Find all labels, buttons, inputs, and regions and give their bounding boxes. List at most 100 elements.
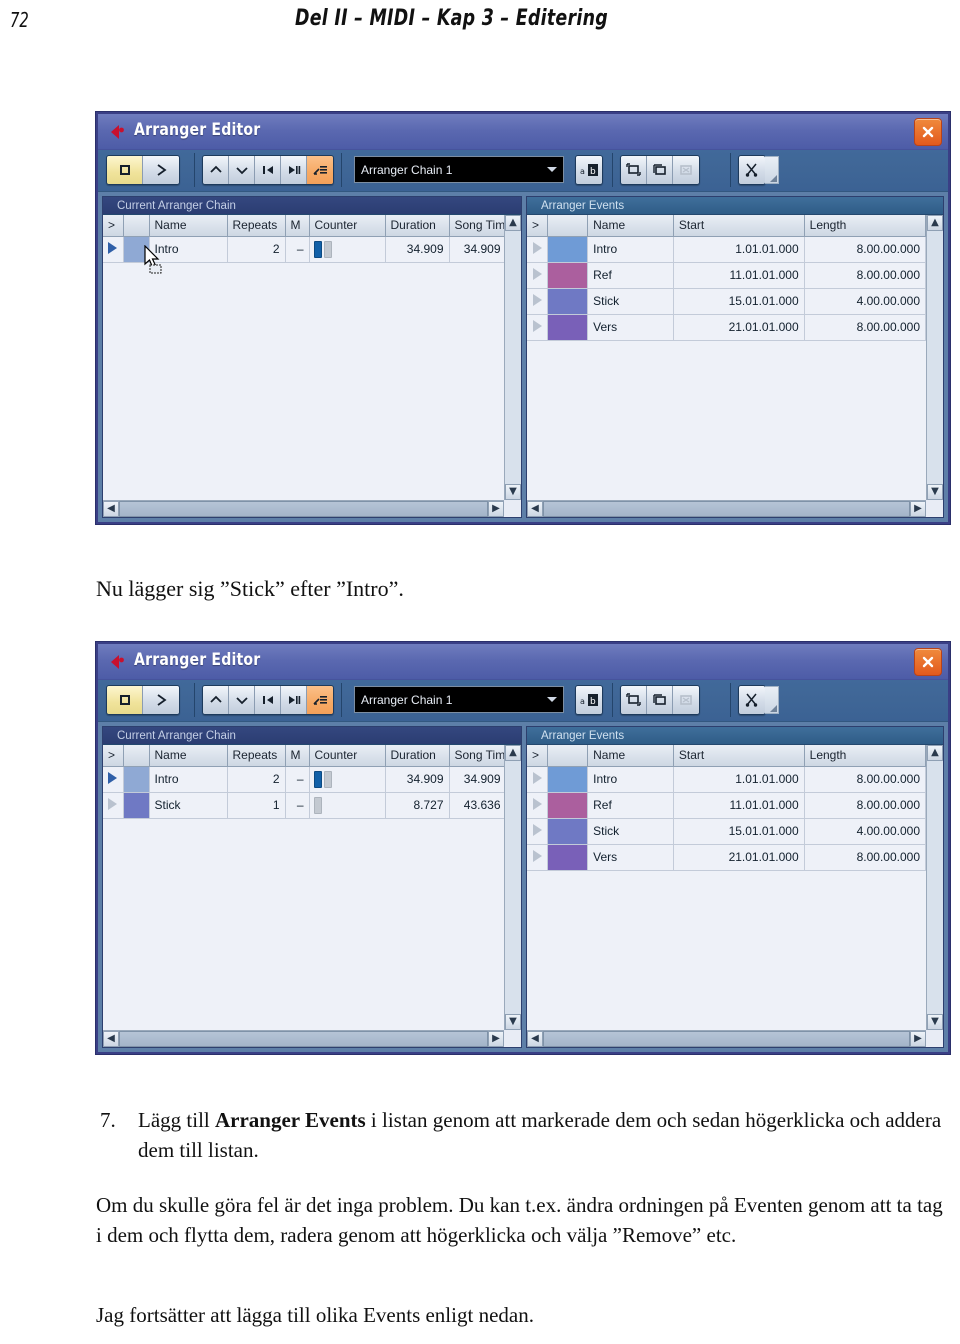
left-horizontal-scrollbar[interactable]: ◀ ▶ <box>103 500 504 517</box>
row-expand-indicator[interactable] <box>527 262 549 289</box>
col-expand[interactable]: > <box>103 215 124 237</box>
scroll-thumb[interactable] <box>119 501 488 517</box>
row-expand-indicator[interactable] <box>527 818 549 845</box>
cell-name[interactable]: Vers <box>587 844 674 871</box>
right-vertical-scrollbar[interactable]: ▲ ▼ <box>926 745 943 1030</box>
table-row[interactable]: Ref 11.01.01.000 8.00.00.000 <box>527 792 926 819</box>
row-color-swatch[interactable] <box>547 844 589 871</box>
cell-length[interactable]: 8.00.00.000 <box>804 262 926 289</box>
col-name[interactable]: Name <box>587 215 674 237</box>
cell-name[interactable]: Intro <box>149 236 228 263</box>
jump-to-start-button[interactable] <box>255 686 281 714</box>
col-repeats[interactable]: Repeats <box>227 745 286 767</box>
row-color-swatch[interactable] <box>547 314 589 341</box>
cell-start[interactable]: 11.01.01.000 <box>673 262 805 289</box>
stop-button[interactable] <box>107 686 143 714</box>
cell-name[interactable]: Ref <box>587 792 674 819</box>
arranger-mode-button[interactable] <box>307 156 333 184</box>
col-expand[interactable]: > <box>103 745 124 767</box>
cell-name[interactable]: Ref <box>587 262 674 289</box>
scroll-up-button[interactable]: ▲ <box>505 745 521 761</box>
cell-duration[interactable]: 8.727 <box>385 792 450 819</box>
duplicate-chain-button[interactable] <box>647 686 673 714</box>
close-button[interactable] <box>914 648 942 676</box>
scroll-left-button[interactable]: ◀ <box>527 1031 543 1047</box>
scroll-thumb[interactable] <box>543 1031 910 1047</box>
left-horizontal-scrollbar[interactable]: ◀ ▶ <box>103 1030 504 1047</box>
arranger-chain-select[interactable]: Arranger Chain 1 <box>354 156 564 183</box>
table-row[interactable]: Vers 21.01.01.000 8.00.00.000 <box>527 314 926 341</box>
col-name[interactable]: Name <box>149 215 228 237</box>
col-duration[interactable]: Duration <box>385 745 450 767</box>
table-row[interactable]: Stick 15.01.01.000 4.00.00.000 <box>527 818 926 845</box>
col-start[interactable]: Start <box>673 215 805 237</box>
scroll-track[interactable] <box>505 231 521 484</box>
close-button[interactable] <box>914 118 942 146</box>
rename-chain-button[interactable]: a b <box>576 156 602 184</box>
cell-start[interactable]: 1.01.01.000 <box>673 236 805 263</box>
move-up-button[interactable] <box>203 156 229 184</box>
cell-start[interactable]: 11.01.01.000 <box>673 792 805 819</box>
scroll-track[interactable] <box>505 761 521 1014</box>
table-row[interactable]: Stick 1– 8.727 43.636 <box>103 792 504 819</box>
scroll-right-button[interactable]: ▶ <box>910 501 926 517</box>
scroll-left-button[interactable]: ◀ <box>527 501 543 517</box>
scroll-left-button[interactable]: ◀ <box>103 1031 119 1047</box>
play-button[interactable] <box>143 686 179 714</box>
cell-song-time[interactable]: 43.636 <box>449 792 504 819</box>
row-expand-indicator[interactable] <box>527 314 549 341</box>
move-up-button[interactable] <box>203 686 229 714</box>
cell-name[interactable]: Intro <box>587 766 674 793</box>
cell-start[interactable]: 15.01.01.000 <box>673 818 805 845</box>
col-m[interactable]: M <box>285 215 310 237</box>
scroll-track[interactable] <box>927 231 943 484</box>
col-counter[interactable]: Counter <box>309 745 386 767</box>
row-expand-indicator[interactable] <box>527 844 549 871</box>
cell-length[interactable]: 8.00.00.000 <box>804 844 926 871</box>
row-color-swatch[interactable] <box>123 766 150 793</box>
row-color-swatch[interactable] <box>547 262 589 289</box>
scroll-down-button[interactable]: ▼ <box>505 1014 521 1030</box>
table-row[interactable]: Ref 11.01.01.000 8.00.00.000 <box>527 262 926 289</box>
right-horizontal-scrollbar[interactable]: ◀ ▶ <box>527 1030 926 1047</box>
row-play-indicator[interactable] <box>103 792 124 819</box>
row-play-indicator[interactable] <box>103 766 124 793</box>
cell-start[interactable]: 21.01.01.000 <box>673 844 805 871</box>
row-expand-indicator[interactable] <box>527 792 549 819</box>
col-name[interactable]: Name <box>587 745 674 767</box>
cell-duration[interactable]: 34.909 <box>385 236 450 263</box>
row-color-swatch[interactable] <box>547 766 589 793</box>
right-vertical-scrollbar[interactable]: ▲ ▼ <box>926 215 943 500</box>
cell-start[interactable]: 15.01.01.000 <box>673 288 805 315</box>
col-duration[interactable]: Duration <box>385 215 450 237</box>
col-expand[interactable]: > <box>527 745 549 767</box>
row-expand-indicator[interactable] <box>527 766 549 793</box>
scroll-down-button[interactable]: ▼ <box>927 484 943 500</box>
cell-length[interactable]: 8.00.00.000 <box>804 766 926 793</box>
scroll-thumb[interactable] <box>543 501 910 517</box>
scroll-up-button[interactable]: ▲ <box>927 215 943 231</box>
col-start[interactable]: Start <box>673 745 805 767</box>
table-row[interactable]: Intro 1.01.01.000 8.00.00.000 <box>527 236 926 263</box>
left-vertical-scrollbar[interactable]: ▲ ▼ <box>504 215 521 500</box>
cell-m[interactable]: – <box>285 236 310 263</box>
col-song-time[interactable]: Song Time <box>449 745 504 767</box>
cell-length[interactable]: 4.00.00.000 <box>804 818 926 845</box>
scroll-left-button[interactable]: ◀ <box>103 501 119 517</box>
jump-to-start-button[interactable] <box>255 156 281 184</box>
cell-m[interactable]: – <box>285 792 310 819</box>
scroll-thumb[interactable] <box>119 1031 488 1047</box>
table-row[interactable]: Intro 2– 34.909 34.909 <box>103 236 504 263</box>
right-horizontal-scrollbar[interactable]: ◀ ▶ <box>527 500 926 517</box>
cell-duration[interactable]: 34.909 <box>385 766 450 793</box>
row-expand-indicator[interactable] <box>527 288 549 315</box>
col-counter[interactable]: Counter <box>309 215 386 237</box>
cell-start[interactable]: 1.01.01.000 <box>673 766 805 793</box>
row-color-swatch[interactable] <box>123 792 150 819</box>
col-length[interactable]: Length <box>804 215 926 237</box>
new-chain-button[interactable] <box>621 686 647 714</box>
scroll-up-button[interactable]: ▲ <box>927 745 943 761</box>
cell-name[interactable]: Stick <box>149 792 228 819</box>
col-expand[interactable]: > <box>527 215 549 237</box>
col-repeats[interactable]: Repeats <box>227 215 286 237</box>
